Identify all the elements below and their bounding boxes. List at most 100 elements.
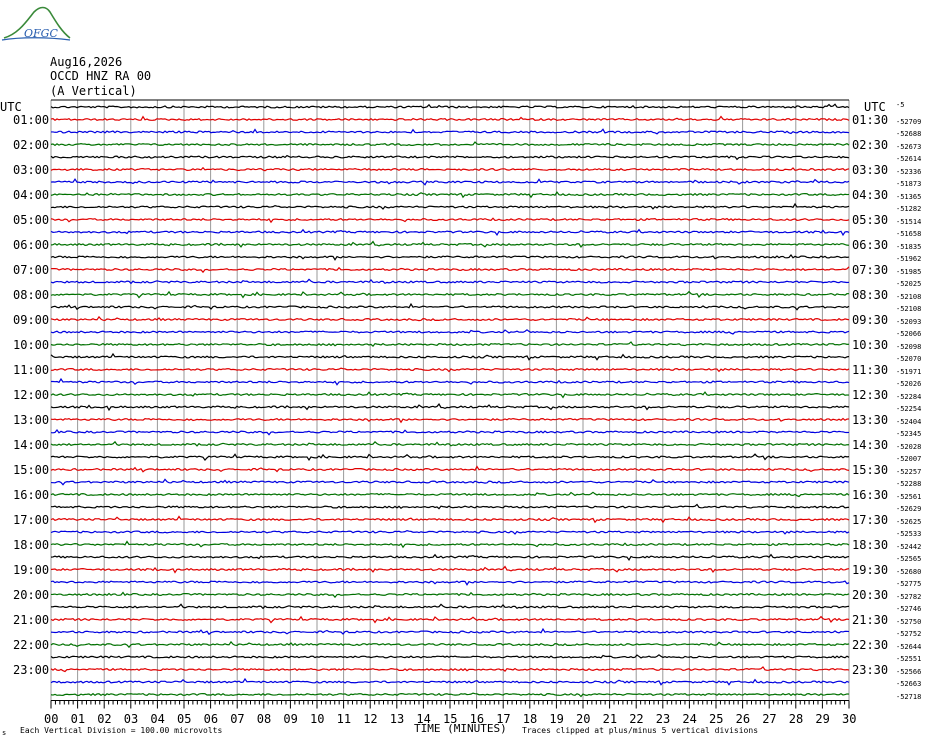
x-axis-ticks (50, 700, 850, 709)
trace-offset-label: -52028 (896, 442, 922, 451)
x-axis-label: TIME (MINUTES) (414, 722, 507, 735)
right-time-label: 20:30 (852, 587, 889, 602)
left-axis-title: UTC (0, 100, 22, 114)
trace-offset-label: -52254 (896, 405, 922, 413)
trace-offset-label: -52775 (896, 580, 922, 588)
trace-offset-label: -52257 (896, 467, 922, 476)
right-time-label: 16:30 (852, 487, 889, 502)
seismogram-page: { "header": { "logo_text": "OFGC", "date… (0, 0, 930, 744)
trace-offset-label: -52533 (896, 530, 922, 538)
right-time-label: 04:30 (852, 187, 889, 202)
trace-offset-label: -52442 (896, 542, 922, 551)
x-tick-label: 02 (97, 711, 112, 726)
right-axis-title-note: -5 (896, 101, 905, 109)
x-tick-label: 29 (815, 711, 830, 726)
trace-offset-label: -52688 (896, 130, 922, 138)
trace-offset-label: -52026 (896, 380, 922, 388)
x-tick-label: 11 (336, 711, 352, 726)
x-tick-label: 28 (788, 711, 804, 726)
right-time-label: 21:30 (852, 612, 889, 627)
right-time-label: 13:30 (852, 412, 889, 427)
left-time-label: 09:00 (13, 312, 50, 327)
trace-offset-label: -52718 (896, 692, 922, 701)
x-tick-label: 20 (576, 711, 591, 726)
trace-offset-label: -52629 (896, 505, 922, 513)
right-time-label: 07:30 (852, 262, 889, 277)
left-time-label: 13:00 (13, 412, 50, 427)
trace-offset-label: -52336 (896, 167, 922, 176)
right-time-label: 23:30 (852, 662, 889, 677)
left-time-label: 06:00 (13, 237, 50, 252)
left-time-label: 12:00 (13, 387, 50, 402)
trace-offset-label: -52565 (896, 555, 922, 563)
x-tick-label: 23 (655, 711, 671, 726)
x-tick-label: 07 (230, 711, 245, 726)
trace-offset-label: -51514 (896, 217, 922, 226)
right-time-label: 22:30 (852, 637, 889, 652)
right-time-label: 12:30 (852, 387, 889, 402)
right-time-label: 15:30 (852, 462, 889, 477)
trace-offset-label: -52625 (896, 517, 922, 526)
right-time-label: 05:30 (852, 212, 889, 227)
x-tick-label: 00 (44, 711, 59, 726)
x-tick-label: 09 (283, 711, 298, 726)
right-time-label: 01:30 (852, 112, 889, 127)
trace-offset-label: -52108 (896, 305, 922, 313)
x-tick-label: 30 (842, 711, 857, 726)
trace-offset-label: -52673 (896, 142, 922, 151)
trace-offset-label: -52551 (896, 655, 922, 663)
x-tick-label: 18 (522, 711, 538, 726)
grid (50, 99, 850, 701)
right-axis-title: UTC (864, 100, 886, 114)
x-tick-label: 22 (629, 711, 644, 726)
right-time-label: 17:30 (852, 512, 889, 527)
trace-offset-label: -52752 (896, 630, 922, 638)
trace-offset-label: -51985 (896, 267, 922, 276)
trace-offset-label: -52098 (896, 342, 922, 351)
left-time-label: 11:00 (13, 362, 50, 377)
x-tick-label: 04 (150, 711, 165, 726)
trace-offset-label: -52644 (896, 642, 922, 651)
trace-offset-label: -52782 (896, 592, 922, 601)
left-time-label: 10:00 (13, 337, 50, 352)
left-time-label: 04:00 (13, 187, 50, 202)
trace-offset-label: -51282 (896, 205, 922, 213)
trace-offset-label: -52680 (896, 567, 922, 576)
trace-offset-label: -52066 (896, 330, 922, 338)
trace-offset-label: -52288 (896, 480, 922, 488)
scale-note: Each Vertical Division = 100.00 microvol… (20, 726, 223, 735)
right-time-label: 14:30 (852, 437, 889, 452)
left-time-label: 02:00 (13, 137, 50, 152)
left-time-label: 23:00 (13, 662, 50, 677)
trace-offset-label: -52108 (896, 292, 922, 301)
left-time-label: 08:00 (13, 287, 50, 302)
trace-offset-label: -52750 (896, 617, 922, 626)
helicorder-plot (50, 99, 850, 709)
right-time-label: 10:30 (852, 337, 889, 352)
left-time-label: 14:00 (13, 437, 50, 452)
x-tick-label: 10 (310, 711, 325, 726)
right-time-label: 02:30 (852, 137, 889, 152)
x-tick-label: 01 (70, 711, 86, 726)
x-tick-label: 13 (389, 711, 405, 726)
trace-offset-label: -52561 (896, 492, 922, 501)
left-time-label: 17:00 (13, 512, 50, 527)
trace-offset-label: -52404 (896, 417, 922, 426)
corner-mark: s (2, 729, 7, 737)
x-tick-label: 05 (177, 711, 192, 726)
trace-offset-label: -51873 (896, 180, 922, 188)
left-time-label: 15:00 (13, 462, 50, 477)
trace-offset-label: -52345 (896, 430, 922, 438)
trace-offset-label: -52070 (896, 355, 922, 363)
x-tick-label: 24 (682, 711, 697, 726)
left-time-label: 20:00 (13, 587, 50, 602)
trace-offset-label: -51365 (896, 192, 922, 201)
left-time-label: 19:00 (13, 562, 50, 577)
trace-offset-label: -52746 (896, 605, 922, 613)
right-time-label: 03:30 (852, 162, 889, 177)
left-time-label: 18:00 (13, 537, 50, 552)
x-tick-label: 19 (549, 711, 564, 726)
right-time-label: 18:30 (852, 537, 889, 552)
left-time-label: 07:00 (13, 262, 50, 277)
trace-offset-label: -52566 (896, 667, 922, 676)
